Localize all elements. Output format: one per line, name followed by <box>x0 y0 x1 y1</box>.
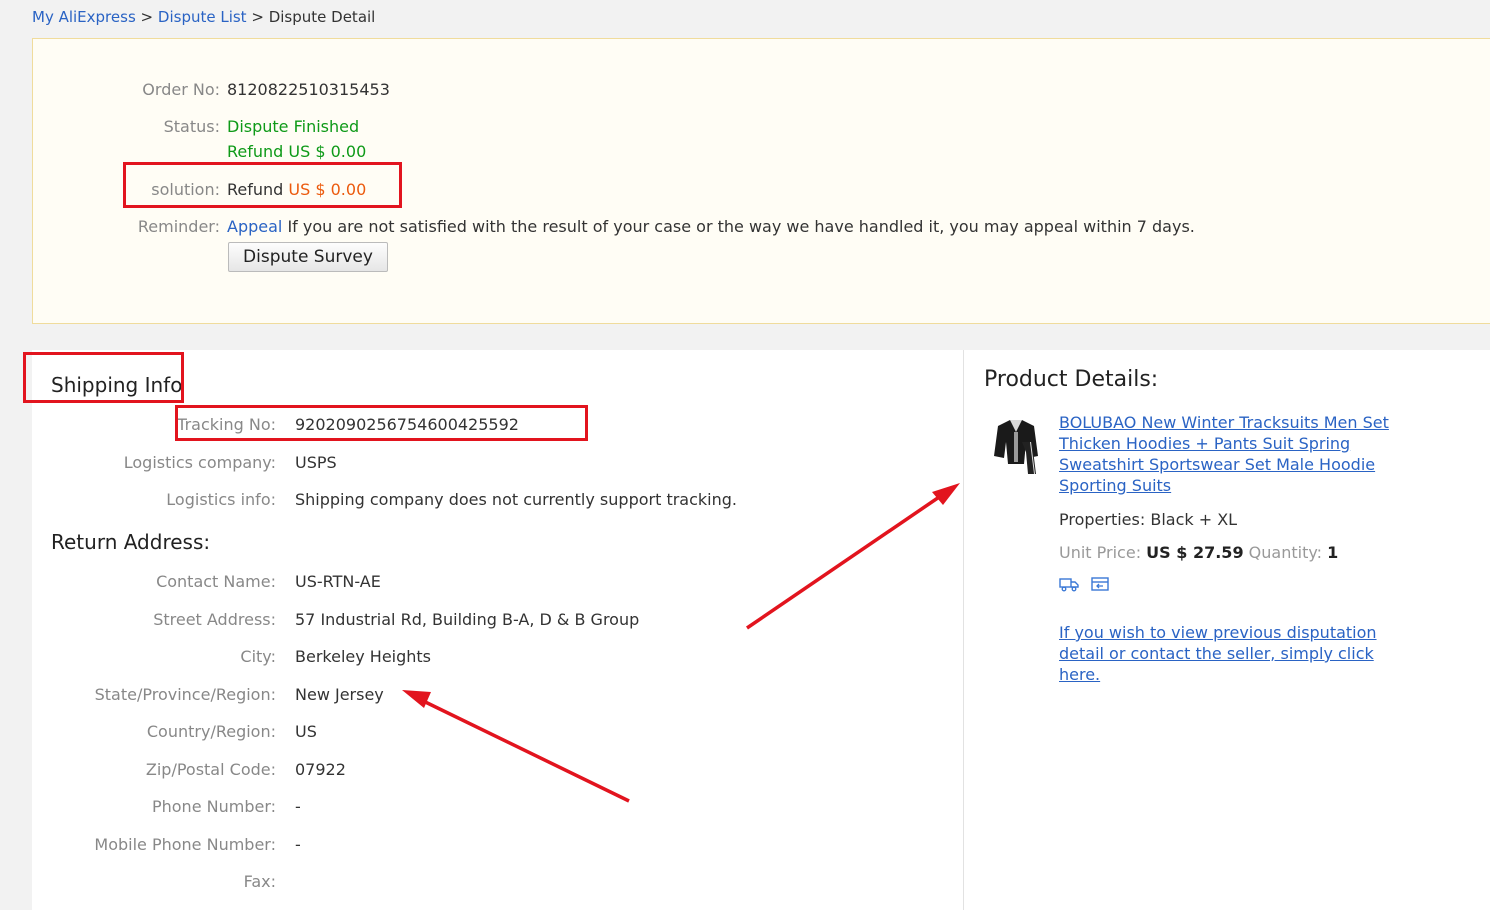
contact-seller-link[interactable]: If you wish to view previous disputation… <box>1059 622 1404 685</box>
annotation-box-solution <box>123 162 402 208</box>
reminder-label: Reminder: <box>137 217 220 236</box>
appeal-link[interactable]: Appeal <box>227 217 282 236</box>
address-label: Contact Name: <box>156 572 276 591</box>
address-label: State/Province/Region: <box>94 685 276 704</box>
annotation-box-tracking <box>175 405 588 441</box>
product-name-link[interactable]: BOLUBAO New Winter Tracksuits Men Set Th… <box>1059 412 1389 496</box>
return-address-title: Return Address: <box>51 530 211 554</box>
properties-value: Black + XL <box>1150 510 1238 529</box>
breadcrumb-separator: > <box>251 8 264 26</box>
address-value: US-RTN-AE <box>295 572 381 591</box>
column-divider <box>963 350 964 910</box>
order-number: 8120822510315453 <box>227 80 390 99</box>
logistics-info-label: Logistics info: <box>166 490 276 509</box>
address-label: Country/Region: <box>146 722 276 741</box>
breadcrumb-my-aliexpress[interactable]: My AliExpress <box>32 8 136 26</box>
order-label: Order No: <box>142 80 220 99</box>
shipping-truck-icon[interactable] <box>1059 576 1079 592</box>
product-details-title: Product Details: <box>984 367 1159 392</box>
unit-price-value: US $ 27.59 <box>1146 543 1244 562</box>
address-value: US <box>295 722 317 741</box>
return-box-icon[interactable] <box>1090 576 1110 592</box>
address-label: Street Address: <box>153 610 276 629</box>
breadcrumb-current: Dispute Detail <box>268 8 376 26</box>
status-value: Dispute Finished <box>227 117 360 136</box>
address-label: Zip/Postal Code: <box>145 760 276 779</box>
address-label: City: <box>240 647 276 666</box>
address-value: - <box>295 797 301 816</box>
quantity-value: 1 <box>1327 543 1339 562</box>
logistics-company-label: Logistics company: <box>123 453 276 472</box>
address-value: Berkeley Heights <box>295 647 432 666</box>
breadcrumb-separator: > <box>140 8 154 26</box>
quantity-label: Quantity: <box>1248 543 1323 562</box>
status-refund: Refund US $ 0.00 <box>227 142 367 161</box>
reminder-text: If you are not satisfied with the result… <box>287 217 1195 236</box>
breadcrumb: My AliExpress > Dispute List > Dispute D… <box>32 8 375 26</box>
logistics-info: Shipping company does not currently supp… <box>295 490 737 509</box>
address-value: 07922 <box>295 760 346 779</box>
breadcrumb-dispute-list[interactable]: Dispute List <box>158 8 247 26</box>
product-price-row: Unit Price: US $ 27.59 Quantity: 1 <box>1059 543 1338 562</box>
properties-label: Properties: <box>1059 510 1146 529</box>
dispute-survey-button[interactable]: Dispute Survey <box>228 242 388 272</box>
reminder-value: Appeal If you are not satisfied with the… <box>227 217 1195 236</box>
address-label: Fax: <box>243 872 276 891</box>
product-properties: Properties: Black + XL <box>1059 510 1237 529</box>
address-label: Mobile Phone Number: <box>94 835 276 854</box>
product-thumbnail-image[interactable] <box>984 412 1048 476</box>
annotation-box-shipping-info <box>23 352 184 403</box>
status-label: Status: <box>163 117 220 136</box>
address-value: - <box>295 835 301 854</box>
address-value: 57 Industrial Rd, Building B-A, D & B Gr… <box>295 610 640 629</box>
logistics-company: USPS <box>295 453 337 472</box>
address-value: New Jersey <box>295 685 384 704</box>
unit-price-label: Unit Price: <box>1059 543 1142 562</box>
address-label: Phone Number: <box>151 797 276 816</box>
